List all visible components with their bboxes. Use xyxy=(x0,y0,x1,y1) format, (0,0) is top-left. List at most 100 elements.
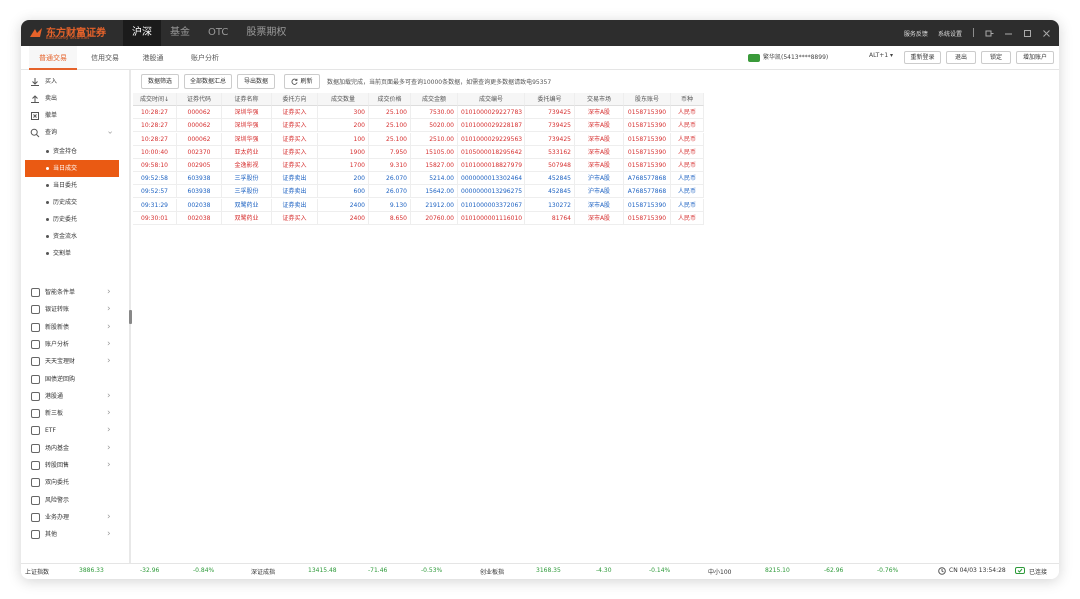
table-cell: 452845 xyxy=(525,185,575,199)
add-account-button[interactable]: 增加账户 xyxy=(1016,51,1054,64)
column-header[interactable]: 交易市场 xyxy=(575,93,624,106)
tab-account-analysis[interactable]: 账户分析 xyxy=(181,46,229,70)
column-header[interactable]: 成交编号 xyxy=(458,93,525,106)
column-header[interactable]: 证券代码 xyxy=(177,93,222,106)
table-row[interactable]: 09:58:10 002905 金逸影视 证券买入 1700 9.310 15827.00 0… xyxy=(133,159,704,172)
tab-fund[interactable]: 基金 xyxy=(161,20,199,46)
sidebar-item-conversion[interactable]: 转股回售 › xyxy=(21,457,125,474)
filter-button[interactable]: 数据筛选 xyxy=(141,74,179,89)
table-cell: 5020.00 xyxy=(411,119,458,133)
column-header[interactable]: 成交金额 xyxy=(411,93,458,106)
index-change: -32.96 xyxy=(140,567,160,574)
sidebar-item-two-way-order[interactable]: 双向委托 xyxy=(21,474,125,491)
column-header[interactable]: 成交数量 xyxy=(318,93,369,106)
sidebar-item-wealth[interactable]: 天天宝理财 › xyxy=(21,353,125,370)
table-row[interactable]: 09:30:01 002038 双鹭药业 证券买入 2400 8.650 20760.00 0… xyxy=(133,211,704,225)
table-cell: 0158715390 xyxy=(624,132,671,146)
table-cell: 亚太药业 xyxy=(222,145,272,159)
logout-button[interactable]: 退出 xyxy=(946,51,976,64)
account-icon xyxy=(748,53,760,62)
index-value: 8215.10 xyxy=(765,567,790,574)
sidebar-item-neeq[interactable]: 新三板 › xyxy=(21,405,125,422)
table-cell: 1700 xyxy=(318,159,369,172)
shortcut-dropdown[interactable]: ALT+1 ▾ xyxy=(869,52,893,59)
feedback-link[interactable]: 服务反馈 xyxy=(904,29,928,38)
sidebar-label: 天天宝理财 xyxy=(45,358,76,366)
minimize-icon[interactable] xyxy=(1004,29,1013,38)
tab-normal-trade[interactable]: 普通交易 xyxy=(29,46,77,70)
table-row[interactable]: 09:52:57 603938 三孚股份 证券卖出 600 26.070 15642.00 0… xyxy=(133,185,704,199)
index-value: 3168.35 xyxy=(536,567,561,574)
sidebar-item-reverse-repo[interactable]: 国债逆回购 xyxy=(21,371,125,388)
table-cell: 0101000029227783 xyxy=(458,106,525,120)
relogin-button[interactable]: 重新登录 xyxy=(904,51,941,64)
sidebar-item-business[interactable]: 业务办理 › xyxy=(21,509,125,526)
table-cell: 证券买入 xyxy=(272,159,318,172)
neeq-icon xyxy=(31,409,40,419)
sidebar-sub-history-orders[interactable]: 历史委托 xyxy=(25,211,119,228)
sidebar-item-buy[interactable]: 买入 xyxy=(21,73,125,90)
table-cell: 0101000029228187 xyxy=(458,119,525,133)
settings-link[interactable]: 系统设置 xyxy=(938,29,962,38)
export-button[interactable]: 导出数据 xyxy=(237,74,275,89)
sidebar-sub-today-orders[interactable]: 当日委托 xyxy=(25,177,119,194)
sidebar-item-exchange-fund[interactable]: 场内基金 › xyxy=(21,440,125,457)
sidebar-item-condition-order[interactable]: 智能条件单 › xyxy=(21,284,125,301)
column-header[interactable]: 成交价格 xyxy=(369,93,411,106)
sidebar-item-query[interactable]: 查询 › xyxy=(21,124,125,141)
table-cell: 5214.00 xyxy=(411,172,458,186)
table-cell: 深市A股 xyxy=(575,198,624,212)
refresh-button[interactable]: 刷新 xyxy=(284,74,320,89)
maximize-icon[interactable] xyxy=(1023,29,1032,38)
sidebar-sub-cash-flow[interactable]: 资金流水 xyxy=(25,228,119,245)
sidebar-item-sell[interactable]: 卖出 xyxy=(21,90,125,107)
sidebar-sub-history-deals[interactable]: 历史成交 xyxy=(25,194,119,211)
table-row[interactable]: 10:00:40 002370 亚太药业 证券买入 1900 7.950 15105.00 0… xyxy=(133,145,704,159)
sidebar-sub-today-deals[interactable]: 当日成交 xyxy=(25,160,119,177)
column-header[interactable]: 证券名称 xyxy=(222,93,272,106)
tab-hk-connect[interactable]: 港股通 xyxy=(133,46,173,70)
table-row[interactable]: 10:28:27 000062 深圳华强 证券买入 200 25.100 5020.00 01… xyxy=(133,119,704,133)
sidebar-sub-settlement[interactable]: 交割单 xyxy=(25,245,119,262)
sidebar-item-etf[interactable]: ETF › xyxy=(21,422,125,439)
sidebar-label: 撤单 xyxy=(45,112,58,119)
pin-icon[interactable] xyxy=(985,29,994,38)
sidebar-label: 查询 xyxy=(45,129,58,136)
column-header[interactable]: 委托方向 xyxy=(272,93,318,106)
chevron-down-icon: › xyxy=(104,130,115,135)
close-icon[interactable] xyxy=(1042,29,1051,38)
summary-button[interactable]: 全部数据汇总 xyxy=(184,74,232,89)
lock-button[interactable]: 锁定 xyxy=(981,51,1011,64)
table-row[interactable]: 09:31:29 002038 双鹭药业 证券卖出 2400 9.130 21912.00 0… xyxy=(133,198,704,212)
sidebar-item-bank-transfer[interactable]: 银证转账 › xyxy=(21,301,125,318)
column-header[interactable]: 股东账号 xyxy=(624,93,671,106)
sidebar-item-more[interactable]: 其他 › xyxy=(21,526,125,543)
table-cell: 深圳华强 xyxy=(222,106,272,120)
sidebar-label: 场内基金 xyxy=(45,444,70,452)
tab-hushen[interactable]: 沪深 xyxy=(123,20,161,46)
tab-options[interactable]: 股票期权 xyxy=(237,20,295,46)
etf-icon xyxy=(31,426,40,436)
table-row[interactable]: 10:28:27 000062 深圳华强 证券买入 100 25.100 2510.00 01… xyxy=(133,132,704,146)
table-cell: 10:28:27 xyxy=(133,132,177,146)
table-cell: 证券买入 xyxy=(272,132,318,146)
tab-credit-trade[interactable]: 信用交易 xyxy=(81,46,129,70)
sidebar-item-cancel[interactable]: 撤单 xyxy=(21,107,125,124)
collapse-handle[interactable] xyxy=(129,310,132,324)
column-header[interactable]: 成交时间↓ xyxy=(133,93,177,106)
sidebar-item-hk-connect[interactable]: 港股通 › xyxy=(21,388,125,405)
column-header[interactable]: 委托编号 xyxy=(525,93,575,106)
sidebar-sub-positions[interactable]: 资金持仓 xyxy=(25,143,119,160)
sidebar-item-account-analysis[interactable]: 账户分析 › xyxy=(21,336,125,353)
sidebar-item-risk-warning[interactable]: 风险警示 xyxy=(21,492,125,509)
table-row[interactable]: 10:28:27 000062 深圳华强 证券买入 300 25.100 7530.00 01… xyxy=(133,106,704,120)
tab-otc[interactable]: OTC xyxy=(199,20,237,46)
reverse-repo-icon xyxy=(31,374,40,384)
column-header[interactable]: 币种 xyxy=(671,93,704,106)
table-cell: 0101000001116010 xyxy=(458,211,525,225)
table-cell: 000062 xyxy=(177,119,222,133)
account-selector[interactable]: 繁华凯(5413****8899) xyxy=(748,52,828,62)
table-row[interactable]: 09:52:58 603938 三孚股份 证券卖出 200 26.070 5214.00 00… xyxy=(133,172,704,186)
sidebar-item-ipo[interactable]: 新股新债 › xyxy=(21,319,125,336)
table-cell: 200 xyxy=(318,172,369,186)
